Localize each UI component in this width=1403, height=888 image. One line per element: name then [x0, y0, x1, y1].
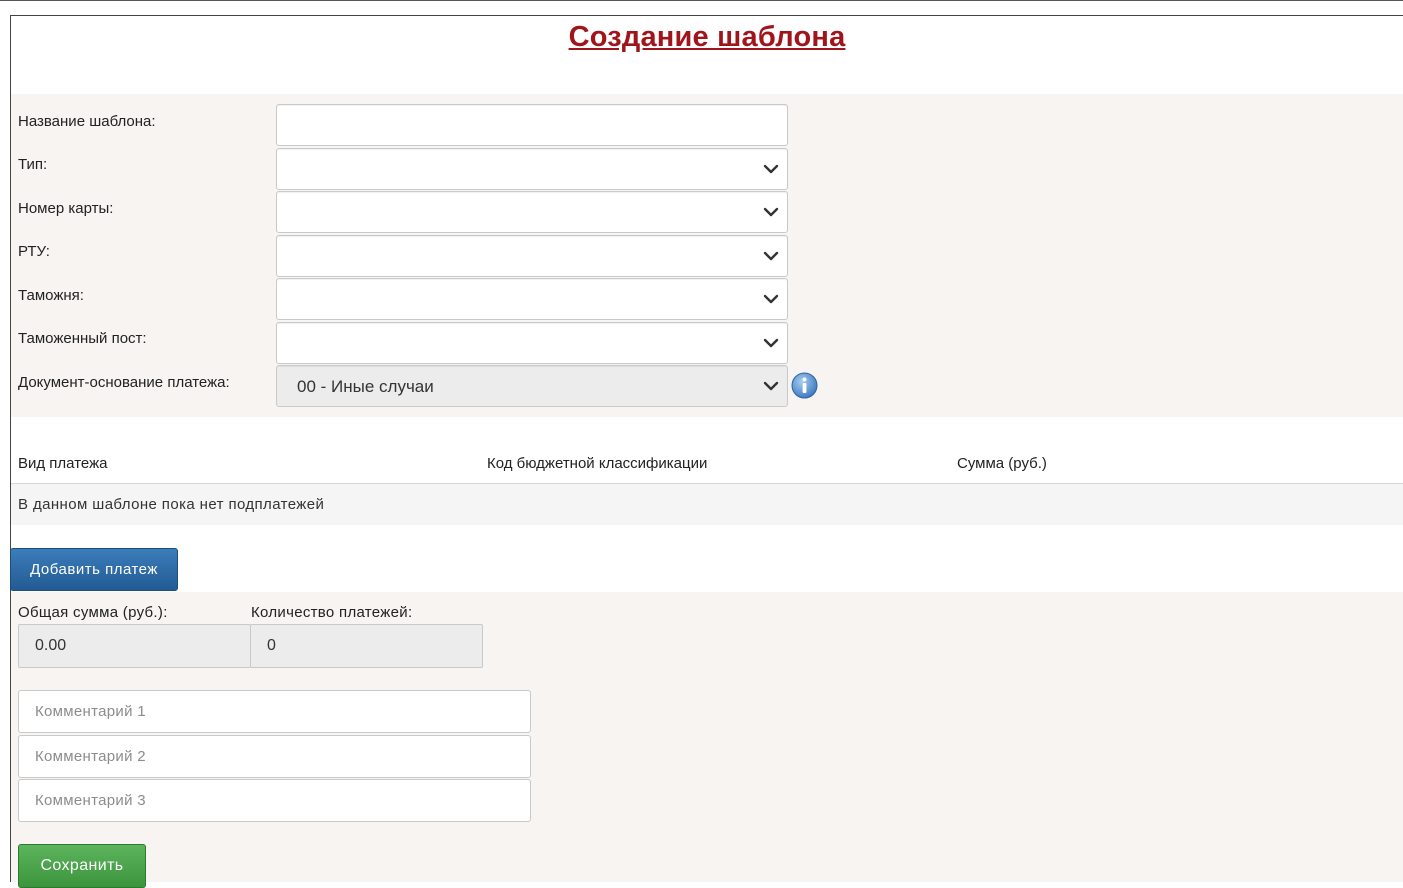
payment-count-value: 0: [267, 637, 276, 654]
column-header-payment-type: Вид платежа: [18, 455, 108, 472]
card-number-select[interactable]: [276, 191, 788, 233]
comment-2-input[interactable]: [18, 735, 531, 778]
total-sum-label: Общая сумма (руб.):: [18, 604, 168, 621]
customs-post-select[interactable]: [276, 322, 788, 364]
chevron-down-icon: [763, 381, 779, 391]
info-icon[interactable]: [791, 372, 818, 399]
save-button[interactable]: Сохранить: [18, 844, 146, 888]
empty-table-message: В данном шаблоне пока нет подплатежей: [18, 496, 325, 513]
type-select[interactable]: [276, 148, 788, 190]
customs-label: Таможня:: [18, 287, 84, 304]
card-number-label: Номер карты:: [18, 200, 114, 217]
payment-basis-select[interactable]: 00 - Иные случаи: [276, 365, 788, 407]
chevron-down-icon: [763, 294, 779, 304]
chevron-down-icon: [763, 338, 779, 348]
template-name-input[interactable]: [276, 104, 788, 146]
rtu-label: РТУ:: [18, 243, 50, 260]
payment-count-field: 0: [250, 624, 483, 668]
template-name-label: Название шаблона:: [18, 113, 156, 130]
customs-post-label: Таможенный пост:: [18, 330, 147, 347]
payment-basis-value: 00 - Иные случаи: [297, 377, 434, 396]
total-sum-value: 0.00: [35, 637, 67, 654]
chevron-down-icon: [763, 207, 779, 217]
comment-1-input[interactable]: [18, 690, 531, 733]
subpayments-table-header: Вид платежа Код бюджетной классификации …: [11, 445, 1403, 484]
page-frame: Создание шаблона Название шаблона: Тип: …: [0, 0, 1403, 888]
page-title: Создание шаблона: [568, 21, 846, 53]
table-empty-row: В данном шаблоне пока нет подплатежей: [11, 484, 1403, 525]
column-header-budget-code: Код бюджетной классификации: [487, 455, 708, 472]
type-label: Тип:: [18, 156, 48, 173]
column-header-amount: Сумма (руб.): [957, 455, 1047, 472]
payment-basis-label: Документ-основание платежа:: [18, 374, 230, 391]
add-payment-button[interactable]: Добавить платеж: [10, 548, 178, 591]
comment-3-input[interactable]: [18, 779, 531, 822]
chevron-down-icon: [763, 164, 779, 174]
payment-count-label: Количество платежей:: [251, 604, 413, 621]
customs-select[interactable]: [276, 278, 788, 320]
rtu-select[interactable]: [276, 235, 788, 277]
chevron-down-icon: [763, 251, 779, 261]
total-sum-field: 0.00: [18, 624, 251, 668]
top-border: [10, 15, 1403, 16]
